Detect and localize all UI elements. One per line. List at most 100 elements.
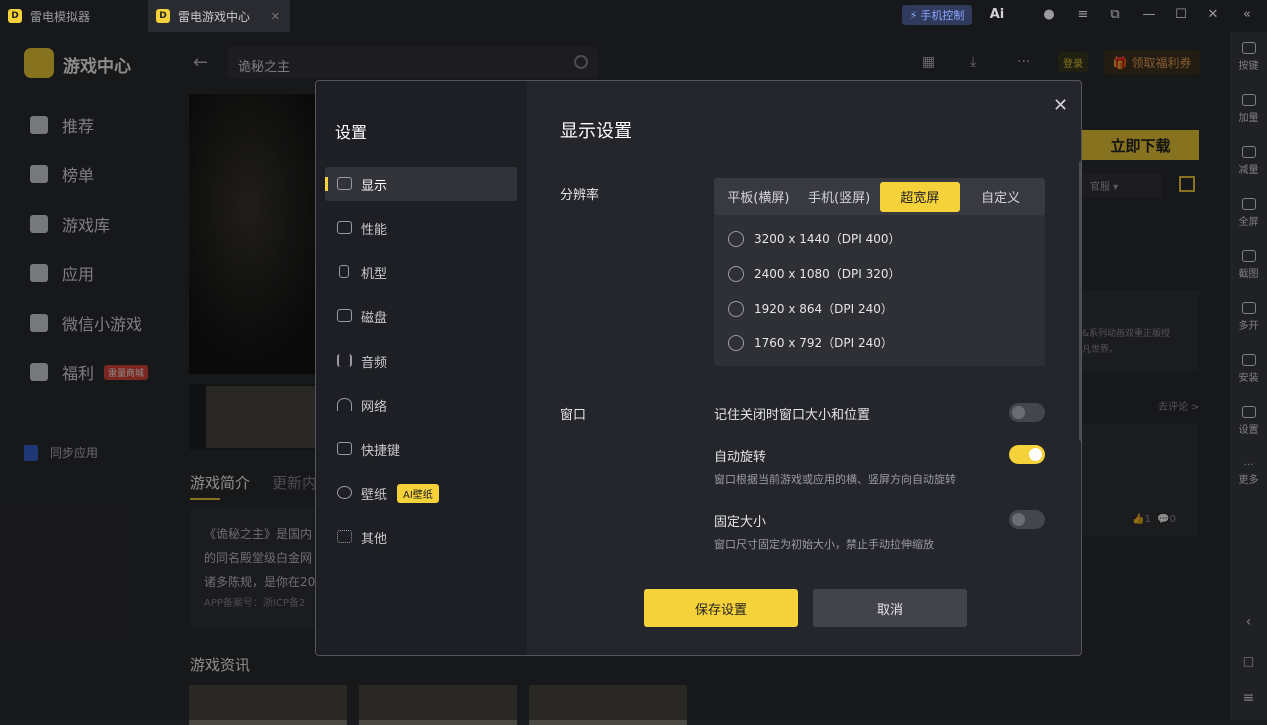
close-icon[interactable]: ✕: [1053, 95, 1068, 116]
radio-icon: [728, 265, 744, 282]
mode-custom[interactable]: 自定义: [960, 182, 1041, 212]
settings-title: 设置: [335, 123, 368, 142]
toolbar-label: 更多: [1238, 475, 1259, 486]
display-settings-panel: 显示设置 ✕ 分辨率 平板(横屏) 手机(竖屏) 超宽屏 自定义 3200 x …: [527, 81, 1081, 655]
toolbar-label: 按键: [1238, 61, 1259, 72]
phone-control-button[interactable]: ⚡ 手机控制: [902, 5, 972, 25]
remember-window-label: 记住关闭时窗口大小和位置: [714, 408, 871, 423]
user-icon[interactable]: ●: [1040, 7, 1058, 22]
grid-icon: [337, 530, 352, 543]
fixed-size-label: 固定大小: [714, 515, 767, 530]
resolution-option[interactable]: 2400 x 1080（DPI 320）: [728, 265, 901, 282]
resolution-option[interactable]: 1920 x 864（DPI 240）: [728, 300, 893, 317]
maximize-icon[interactable]: ☐: [1172, 7, 1190, 22]
ai-icon[interactable]: Ai: [984, 7, 1010, 22]
scissors-icon: [1241, 250, 1256, 262]
menu-disk[interactable]: 磁盘: [325, 299, 517, 333]
menu-network[interactable]: 网络: [325, 388, 517, 422]
resolution-option[interactable]: 3200 x 1440（DPI 400）: [728, 230, 901, 247]
tab-close-icon[interactable]: ✕: [271, 10, 280, 23]
save-button[interactable]: 保存设置: [644, 589, 798, 627]
mode-ultrawide[interactable]: 超宽屏: [879, 181, 961, 212]
radio-icon: [728, 230, 744, 247]
phone-icon: [339, 265, 349, 278]
tab-game-center[interactable]: D 雷电游戏中心 ✕: [148, 0, 290, 32]
disk-icon: [337, 309, 352, 322]
ellipsis-icon: ···: [1243, 460, 1254, 471]
toolbar-label: 安装: [1238, 373, 1259, 384]
menu-display[interactable]: 显示: [325, 167, 517, 201]
menu-device-model[interactable]: 机型: [325, 255, 517, 289]
toggle-knob: [1029, 448, 1042, 461]
keyboard-icon: [1241, 42, 1256, 54]
volume-up-icon: [1241, 94, 1256, 106]
mode-phone[interactable]: 手机(竖屏): [799, 182, 880, 212]
menu-performance[interactable]: 性能: [325, 211, 517, 245]
fullscreen-icon: [1241, 198, 1256, 210]
volume-up-button[interactable]: 加量: [1230, 94, 1267, 124]
more-button[interactable]: ··· 更多: [1230, 460, 1267, 486]
radio-icon: [728, 300, 744, 317]
fixed-size-toggle[interactable]: [1009, 510, 1045, 529]
menu-label: 性能: [361, 222, 388, 238]
auto-rotate-toggle[interactable]: [1009, 445, 1045, 464]
menu-label: 其他: [361, 531, 388, 547]
settings-dialog: 设置 显示 性能 机型 磁盘 音频 网络 快捷键 壁纸 AI壁纸 其他 显示设置 …: [315, 80, 1082, 656]
volume-down-icon: [1241, 146, 1256, 158]
menu-label: 机型: [361, 266, 388, 282]
recent-apps-icon[interactable]: ≡: [1230, 690, 1267, 706]
lightning-icon: ⚡: [909, 8, 918, 22]
emulator-right-toolbar: 按键 加量 减量 全屏 截图 多开 安装 设置 ··· 更多 ‹ □ ≡: [1230, 32, 1267, 720]
multi-instance-button[interactable]: 多开: [1230, 302, 1267, 332]
remember-window-toggle[interactable]: [1009, 403, 1045, 422]
radio-icon: [728, 334, 744, 351]
toolbar-label: 全屏: [1238, 217, 1259, 228]
back-nav-icon[interactable]: ‹: [1230, 614, 1267, 630]
emulator-logo-icon: D: [8, 9, 22, 23]
palette-icon: [337, 486, 352, 499]
resolution-text: 1920 x 864（DPI 240）: [754, 302, 893, 316]
toolbar-label: 减量: [1238, 165, 1259, 176]
resolution-text: 1760 x 792（DPI 240）: [754, 336, 893, 350]
toolbar-label: 多开: [1238, 321, 1259, 332]
menu-label: 网络: [361, 399, 388, 415]
gear-icon: [1241, 406, 1256, 418]
install-button[interactable]: 安装: [1230, 354, 1267, 384]
audio-icon: [337, 354, 352, 367]
fixed-size-desc: 窗口尺寸固定为初始大小，禁止手动拉伸缩放: [714, 538, 934, 551]
restore-window-icon[interactable]: ⧉: [1106, 7, 1124, 22]
screenshot-button[interactable]: 截图: [1230, 250, 1267, 280]
menu-audio[interactable]: 音频: [325, 344, 517, 378]
game-center-logo-icon: D: [156, 9, 170, 23]
resolution-text: 3200 x 1440（DPI 400）: [754, 232, 901, 246]
menu-shortcuts[interactable]: 快捷键: [325, 432, 517, 466]
resolution-option[interactable]: 1760 x 792（DPI 240）: [728, 334, 893, 351]
scrollbar[interactable]: [1079, 161, 1081, 441]
settings-button[interactable]: 设置: [1230, 406, 1267, 436]
menu-wallpaper[interactable]: 壁纸 AI壁纸: [325, 476, 517, 510]
fullscreen-button[interactable]: 全屏: [1230, 198, 1267, 228]
toggle-knob: [1012, 406, 1025, 419]
keymap-button[interactable]: 按键: [1230, 42, 1267, 72]
auto-rotate-desc: 窗口根据当前游戏或应用的横、竖屏方向自动旋转: [714, 473, 956, 486]
settings-menu: 设置 显示 性能 机型 磁盘 音频 网络 快捷键 壁纸 AI壁纸 其他: [316, 81, 527, 655]
tab-emulator-label: 雷电模拟器: [30, 9, 91, 24]
menu-icon[interactable]: ≡: [1074, 7, 1092, 22]
collapse-sidebar-icon[interactable]: «: [1238, 7, 1256, 22]
mode-tablet[interactable]: 平板(横屏): [718, 182, 799, 212]
close-window-icon[interactable]: ✕: [1204, 7, 1222, 22]
home-nav-icon[interactable]: □: [1230, 654, 1267, 668]
resolution-label: 分辨率: [560, 188, 600, 203]
menu-label: 音频: [361, 355, 388, 371]
performance-icon: [337, 221, 352, 234]
menu-label: 快捷键: [361, 443, 401, 459]
multi-instance-icon: [1241, 302, 1256, 314]
resolution-text: 2400 x 1080（DPI 320）: [754, 267, 901, 281]
cancel-button[interactable]: 取消: [813, 589, 967, 627]
minimize-icon[interactable]: —: [1140, 7, 1158, 22]
toolbar-label: 截图: [1238, 269, 1259, 280]
volume-down-button[interactable]: 减量: [1230, 146, 1267, 176]
menu-other[interactable]: 其他: [325, 520, 517, 554]
auto-rotate-label: 自动旋转: [714, 450, 767, 465]
tab-emulator[interactable]: D 雷电模拟器: [8, 0, 146, 32]
